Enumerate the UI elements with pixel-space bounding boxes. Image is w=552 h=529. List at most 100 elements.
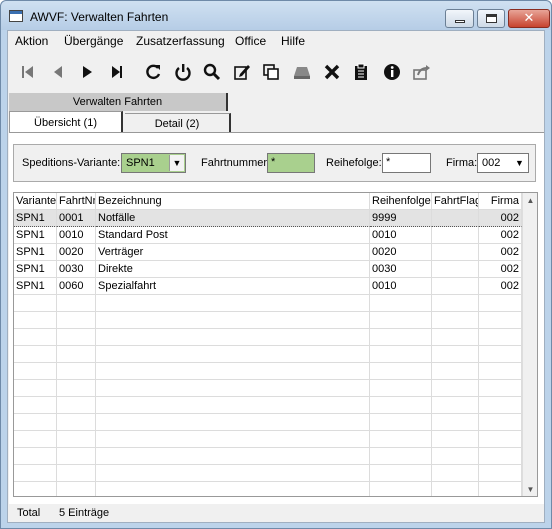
export-icon[interactable] bbox=[411, 61, 433, 83]
edit-icon[interactable] bbox=[231, 61, 253, 83]
next-icon[interactable] bbox=[76, 61, 98, 83]
cell-firma: 002 bbox=[479, 210, 522, 227]
refresh-icon[interactable] bbox=[142, 61, 164, 83]
delete-icon[interactable] bbox=[321, 61, 343, 83]
reihefolge-label: Reihefolge: bbox=[326, 157, 382, 169]
cell-reihenfolge: 9999 bbox=[370, 210, 432, 227]
cell-bezeichnung bbox=[96, 295, 370, 312]
table-row[interactable] bbox=[14, 397, 522, 414]
cell-bezeichnung bbox=[96, 346, 370, 363]
table-row[interactable] bbox=[14, 363, 522, 380]
tab-detail[interactable]: Detail (2) bbox=[125, 113, 231, 133]
menu-zusatzerfassung[interactable]: Zusatzerfassung bbox=[136, 34, 225, 48]
table-row[interactable]: SPN1 0020 Verträger 0020 002 bbox=[14, 244, 522, 261]
tab-group-header: Verwalten Fahrten bbox=[9, 93, 228, 111]
cell-variante bbox=[14, 397, 57, 414]
info-icon[interactable] bbox=[381, 61, 403, 83]
overview-panel: Speditions-Variante: SPN1 ▼ Fahrtnummer:… bbox=[9, 132, 544, 522]
tab-uebersicht[interactable]: Übersicht (1) bbox=[9, 111, 123, 133]
app-window: AWVF: Verwalten Fahrten ✕ Aktion Übergän… bbox=[0, 0, 552, 529]
cell-reihenfolge bbox=[370, 448, 432, 465]
cell-fahrtflag bbox=[432, 363, 479, 380]
scroll-up-icon[interactable]: ▲ bbox=[523, 193, 537, 207]
cell-fahrtnr: 0001 bbox=[57, 210, 96, 227]
clipboard-icon[interactable] bbox=[350, 61, 372, 83]
cell-fahrtflag bbox=[432, 380, 479, 397]
vertical-scrollbar[interactable]: ▲ ▼ bbox=[522, 193, 537, 496]
menu-uebergaenge[interactable]: Übergänge bbox=[64, 34, 123, 48]
cell-variante bbox=[14, 465, 57, 482]
cell-reihenfolge bbox=[370, 380, 432, 397]
scroll-down-icon[interactable]: ▼ bbox=[523, 482, 537, 496]
cell-reihenfolge bbox=[370, 465, 432, 482]
firma-select[interactable]: 002 ▼ bbox=[477, 153, 529, 173]
cell-variante bbox=[14, 482, 57, 496]
table-row[interactable] bbox=[14, 414, 522, 431]
cell-reihenfolge bbox=[370, 431, 432, 448]
column-header-reihenfolge[interactable]: Reihenfolge bbox=[370, 193, 432, 210]
table-row[interactable]: SPN1 0060 Spezialfahrt 0010 002 bbox=[14, 278, 522, 295]
table-row[interactable] bbox=[14, 448, 522, 465]
variante-value: SPN1 bbox=[126, 157, 155, 169]
cell-variante bbox=[14, 295, 57, 312]
chevron-down-icon: ▼ bbox=[169, 155, 184, 171]
close-button[interactable]: ✕ bbox=[508, 9, 550, 28]
toolbar bbox=[8, 55, 544, 87]
cell-bezeichnung: Standard Post bbox=[96, 227, 370, 244]
menu-hilfe[interactable]: Hilfe bbox=[281, 34, 305, 48]
cell-fahrtflag bbox=[432, 482, 479, 496]
fahrtnummer-input[interactable]: * bbox=[267, 153, 315, 173]
menu-office[interactable]: Office bbox=[235, 34, 266, 48]
cell-variante: SPN1 bbox=[14, 210, 57, 227]
cell-firma: 002 bbox=[479, 278, 522, 295]
variante-select[interactable]: SPN1 ▼ bbox=[121, 153, 186, 173]
cell-fahrtflag bbox=[432, 397, 479, 414]
column-header-fahrtnr[interactable]: FahrtNr bbox=[57, 193, 96, 210]
reihefolge-input[interactable]: * bbox=[382, 153, 431, 173]
first-icon[interactable] bbox=[17, 61, 39, 83]
column-header-variante[interactable]: Variante bbox=[14, 193, 57, 210]
table-row[interactable]: SPN1 0001 Notfälle 9999 002 bbox=[14, 210, 522, 227]
column-header-fahrtflag[interactable]: FahrtFlag bbox=[432, 193, 479, 210]
cell-fahrtflag bbox=[432, 261, 479, 278]
cell-reihenfolge bbox=[370, 329, 432, 346]
cell-fahrtflag bbox=[432, 244, 479, 261]
minimize-button[interactable] bbox=[445, 9, 474, 28]
cell-variante bbox=[14, 329, 57, 346]
cell-fahrtnr bbox=[57, 414, 96, 431]
table-row[interactable] bbox=[14, 295, 522, 312]
search-icon[interactable] bbox=[201, 61, 223, 83]
table-row[interactable] bbox=[14, 482, 522, 496]
table-row[interactable]: SPN1 0030 Direkte 0030 002 bbox=[14, 261, 522, 278]
table-row[interactable] bbox=[14, 312, 522, 329]
cell-fahrtnr bbox=[57, 431, 96, 448]
power-icon[interactable] bbox=[172, 61, 194, 83]
table-row[interactable] bbox=[14, 380, 522, 397]
cell-firma bbox=[479, 431, 522, 448]
maximize-button[interactable] bbox=[477, 9, 505, 28]
cell-bezeichnung bbox=[96, 465, 370, 482]
copy-icon[interactable] bbox=[260, 61, 282, 83]
filter-bar: Speditions-Variante: SPN1 ▼ Fahrtnummer:… bbox=[13, 144, 536, 182]
table-row[interactable] bbox=[14, 465, 522, 482]
last-icon[interactable] bbox=[106, 61, 128, 83]
minimize-icon bbox=[454, 20, 465, 23]
table-row[interactable] bbox=[14, 346, 522, 363]
previous-icon[interactable] bbox=[47, 61, 69, 83]
column-header-firma[interactable]: Firma bbox=[479, 193, 522, 210]
table-row[interactable] bbox=[14, 431, 522, 448]
client-area: Aktion Übergänge Zusatzerfassung Office … bbox=[7, 30, 545, 523]
cell-fahrtnr bbox=[57, 482, 96, 496]
table-row[interactable]: SPN1 0010 Standard Post 0010 002 bbox=[14, 227, 522, 244]
menu-aktion[interactable]: Aktion bbox=[15, 34, 48, 48]
eraser-icon[interactable] bbox=[291, 61, 313, 83]
cell-bezeichnung: Direkte bbox=[96, 261, 370, 278]
cell-firma bbox=[479, 465, 522, 482]
column-header-bezeichnung[interactable]: Bezeichnung bbox=[96, 193, 370, 210]
cell-firma bbox=[479, 346, 522, 363]
cell-firma: 002 bbox=[479, 244, 522, 261]
title-bar[interactable]: AWVF: Verwalten Fahrten ✕ bbox=[1, 1, 551, 30]
chevron-down-icon: ▼ bbox=[512, 155, 527, 171]
cell-fahrtflag bbox=[432, 329, 479, 346]
table-row[interactable] bbox=[14, 329, 522, 346]
